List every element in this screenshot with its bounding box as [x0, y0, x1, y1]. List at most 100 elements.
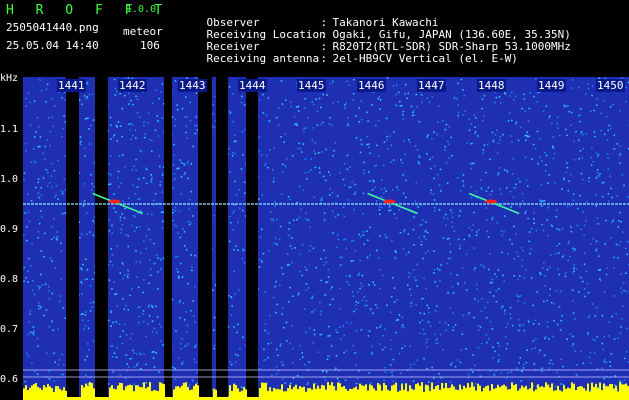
noise-speck [513, 275, 515, 277]
noise-speck [470, 167, 472, 170]
noise-speck [596, 175, 599, 177]
power-bar [519, 388, 521, 400]
noise-speck [398, 314, 401, 316]
noise-speck [397, 319, 399, 321]
noise-speck [385, 117, 388, 120]
noise-speck [524, 156, 527, 159]
noise-speck [486, 301, 489, 303]
noise-speck [572, 335, 574, 338]
noise-speck [369, 226, 371, 229]
power-bar [421, 382, 423, 400]
noise-speck [116, 140, 118, 142]
noise-speck [403, 140, 405, 142]
noise-speck [87, 327, 90, 329]
noise-speck [339, 171, 341, 174]
noise-speck [421, 101, 423, 104]
power-bar [313, 383, 315, 400]
noise-speck [194, 321, 196, 323]
noise-speck [584, 288, 586, 290]
noise-speck [61, 373, 63, 376]
x-tick-label: 1448 [477, 79, 506, 92]
noise-speck [415, 279, 417, 281]
noise-speck [510, 206, 512, 208]
power-bar [27, 390, 29, 400]
noise-speck [477, 135, 479, 137]
noise-speck [314, 152, 317, 155]
noise-speck [368, 143, 370, 145]
noise-speck [447, 140, 449, 143]
noise-speck [436, 305, 438, 307]
noise-speck [579, 150, 582, 152]
noise-speck [595, 205, 598, 207]
noise-speck [494, 101, 496, 104]
noise-speck [267, 356, 269, 359]
noise-speck [176, 255, 179, 258]
noise-speck [584, 295, 586, 298]
noise-speck [421, 298, 423, 300]
noise-speck [501, 305, 504, 308]
noise-speck [434, 310, 437, 312]
noise-speck [354, 191, 357, 193]
noise-speck [523, 329, 526, 332]
noise-speck [187, 282, 189, 285]
noise-speck [409, 345, 411, 348]
noise-speck [379, 108, 381, 110]
power-bar [555, 390, 557, 400]
noise-speck [184, 116, 186, 118]
noise-speck [534, 347, 537, 349]
noise-speck [43, 255, 45, 258]
noise-speck [303, 127, 305, 130]
power-bar [173, 389, 175, 400]
noise-speck [229, 171, 231, 173]
power-bar [245, 389, 247, 400]
power-bar [549, 387, 551, 400]
noise-speck [284, 382, 286, 384]
noise-speck [537, 163, 539, 165]
noise-speck [558, 243, 561, 245]
noise-speck [332, 298, 334, 301]
noise-speck [292, 362, 294, 364]
noise-speck [149, 239, 152, 241]
noise-speck [86, 355, 88, 358]
noise-speck [176, 167, 178, 170]
power-bar [41, 389, 43, 400]
power-bar [551, 383, 553, 400]
noise-speck [58, 359, 61, 361]
noise-speck [230, 221, 232, 224]
noise-speck [525, 269, 527, 271]
noise-speck [232, 151, 234, 154]
noise-speck [586, 282, 589, 285]
x-tick-label: 1446 [357, 79, 386, 92]
power-bar [113, 388, 115, 400]
power-bar [387, 389, 389, 400]
noise-speck [395, 104, 397, 107]
power-bar [333, 386, 335, 400]
noise-speck [36, 285, 39, 287]
noise-speck [473, 114, 476, 116]
noise-speck [625, 351, 628, 353]
noise-speck [610, 127, 612, 129]
noise-speck [473, 162, 475, 164]
noise-speck [616, 143, 618, 145]
noise-speck [568, 180, 570, 182]
noise-speck [583, 234, 585, 236]
noise-speck [23, 178, 25, 181]
noise-speck [192, 380, 194, 383]
noise-speck [39, 273, 42, 276]
noise-speck [309, 245, 312, 247]
power-bar [481, 391, 483, 400]
noise-speck [312, 127, 314, 129]
noise-speck [545, 105, 548, 107]
noise-speck [431, 96, 433, 98]
noise-speck [457, 82, 459, 85]
noise-speck [240, 168, 243, 170]
noise-speck [154, 129, 157, 132]
noise-speck [546, 299, 548, 302]
noise-speck [433, 177, 435, 180]
noise-speck [408, 276, 410, 278]
power-bar [489, 390, 491, 400]
noise-speck [489, 291, 491, 294]
noise-speck [130, 99, 132, 102]
noise-speck [149, 274, 152, 276]
noise-speck [135, 95, 137, 97]
